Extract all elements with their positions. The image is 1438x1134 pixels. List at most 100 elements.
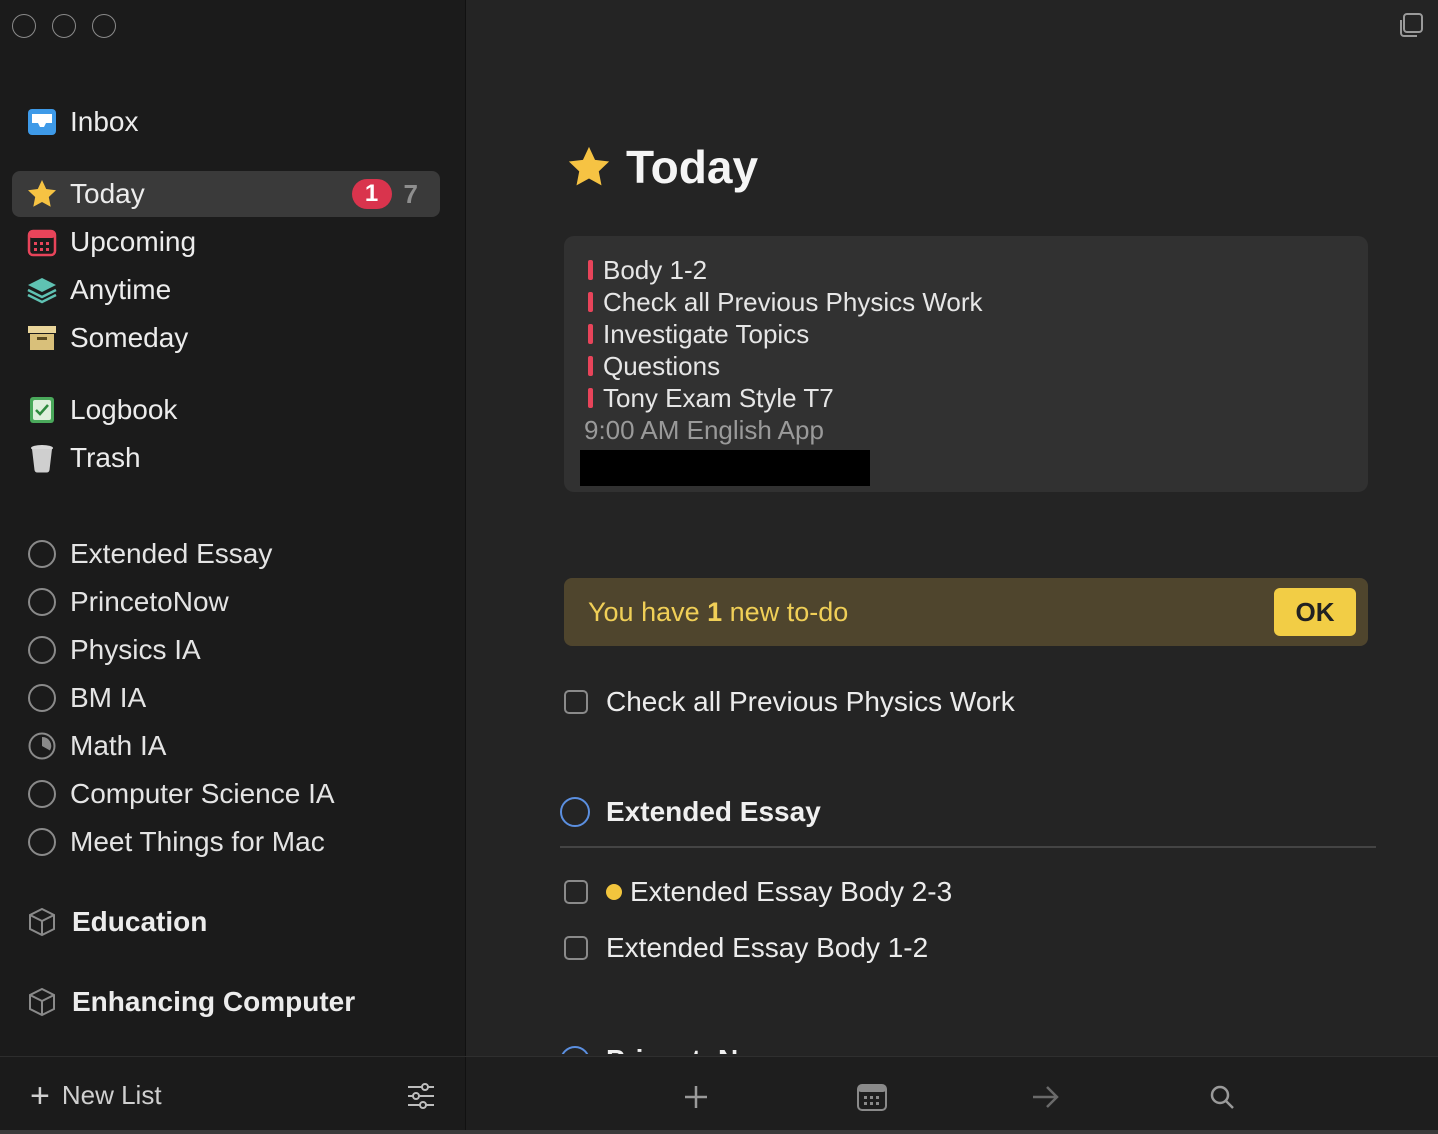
add-todo-button[interactable] [676,1077,716,1117]
new-list-button[interactable]: + New List [30,1079,406,1113]
calendar-event[interactable]: Body 1-2 [584,254,1348,286]
sidebar-project-computer-science-ia[interactable]: Computer Science IA [28,774,335,814]
sidebar-item-label: Today [70,178,145,209]
todo-checkbox[interactable] [564,936,588,960]
sidebar-item-upcoming[interactable]: Upcoming [12,219,440,265]
sidebar-item-label: Someday [70,322,189,353]
project-progress-icon [560,797,590,827]
sidebar: Inbox Today 1 7 Upcoming Anytime Someday… [0,0,466,1134]
minimize-window-button[interactable] [52,14,76,38]
calendar-event[interactable]: Tony Exam Style T7 [584,382,1348,414]
project-progress-icon [28,780,56,808]
star-icon [568,146,610,186]
sidebar-project-extended-essay[interactable]: Extended Essay [28,534,272,574]
page-title: Today [566,140,758,194]
layers-icon [26,274,58,306]
project-progress-icon [560,1046,590,1054]
logbook-icon [26,394,58,426]
section-divider [560,846,1376,848]
project-section-header[interactable]: Extended Essay [560,796,821,828]
event-color-bar [588,260,593,280]
calendar-event[interactable]: Check all Previous Physics Work [584,286,1348,318]
calendar-icon [26,226,58,258]
sidebar-area-enhancing-computer[interactable]: Enhancing Computer [26,982,355,1022]
todo-label: Extended Essay Body 1-2 [606,932,929,963]
when-button[interactable] [852,1077,892,1117]
move-button[interactable] [1026,1077,1066,1117]
new-window-button[interactable] [1396,12,1424,45]
sidebar-item-label: Education [72,906,208,937]
sidebar-item-label: BM IA [70,682,147,713]
filter-settings-button[interactable] [406,1081,436,1111]
event-label: Investigate Topics [603,318,810,349]
window-bottom-edge [0,1130,1438,1134]
plus-icon: + [30,1076,50,1115]
sidebar-item-label: Inbox [70,106,139,137]
zoom-window-button[interactable] [92,14,116,38]
toolbar [466,1056,1438,1134]
redacted-region [580,450,870,486]
search-button[interactable] [1202,1077,1242,1117]
todo-checkbox[interactable] [564,690,588,714]
event-label: Tony Exam Style T7 [603,382,834,413]
calendar-icon [857,1084,887,1111]
event-label: Body 1-2 [603,254,708,285]
task-count: 7 [403,178,418,209]
calendar-event[interactable]: Investigate Topics [584,318,1348,350]
sidebar-item-label: Math IA [70,730,167,761]
project-progress-icon [28,588,56,616]
sidebar-project-bm-ia[interactable]: BM IA [28,678,146,718]
project-section-header-partial[interactable]: PrincetoNow [560,1040,860,1054]
inbox-icon [26,106,58,138]
sidebar-project-math-ia[interactable]: Math IA [28,726,166,766]
arrow-right-icon [1033,1086,1059,1108]
sidebar-project-meet-things[interactable]: Meet Things for Mac [28,822,325,862]
project-progress-pie-icon [28,732,56,760]
sidebar-item-label: Extended Essay [70,538,273,569]
sidebar-item-anytime[interactable]: Anytime [12,267,440,313]
sidebar-item-label: Logbook [70,394,178,425]
sidebar-item-inbox[interactable]: Inbox [12,99,440,145]
sidebar-item-label: Anytime [70,274,172,305]
new-todo-notice: You have 1 new to-do OK [564,578,1368,646]
calendar-event-timed[interactable]: 9:00 AM English App [584,414,1348,446]
event-color-bar [588,292,593,312]
sidebar-item-label: Physics IA [70,634,201,665]
sliders-icon [408,1082,434,1109]
main-panel: Today Body 1-2 Check all Previous Physic… [466,0,1438,1134]
event-label: Questions [603,350,721,381]
event-label: 9:00 AM English App [584,414,824,445]
calendar-event[interactable]: Questions [584,350,1348,382]
project-progress-icon [28,636,56,664]
event-color-bar [588,356,593,376]
sidebar-item-label: Enhancing Computer [72,986,356,1017]
yellow-dot-icon [606,884,622,900]
sidebar-project-physics-ia[interactable]: Physics IA [28,630,201,670]
sidebar-area-education[interactable]: Education [26,902,207,942]
calendar-events-panel: Body 1-2 Check all Previous Physics Work… [564,236,1368,492]
notice-message: You have 1 new to-do [588,597,1274,628]
ok-button[interactable]: OK [1274,588,1356,636]
todo-checkbox[interactable] [564,880,588,904]
trash-icon [26,442,58,474]
page-title-text: Today [626,141,759,193]
close-window-button[interactable] [12,14,36,38]
todo-label: Check all Previous Physics Work [606,686,1015,717]
new-list-label: New List [61,1080,162,1110]
notice-suffix: new to-do [722,596,849,627]
sidebar-item-today[interactable]: Today 1 7 [12,171,440,217]
todo-item[interactable]: Extended Essay Body 2-3 [564,872,952,912]
area-cube-icon [29,907,55,937]
sidebar-item-trash[interactable]: Trash [12,435,440,481]
todo-item[interactable]: Check all Previous Physics Work [564,682,1015,722]
event-label: Check all Previous Physics Work [603,286,983,317]
sidebar-item-someday[interactable]: Someday [12,315,440,361]
section-title: Extended Essay [606,796,821,827]
due-badge: 1 [351,179,392,209]
project-progress-icon [28,828,56,856]
todo-item[interactable]: Extended Essay Body 1-2 [564,928,928,968]
sidebar-item-logbook[interactable]: Logbook [12,387,440,433]
sidebar-item-label: Trash [70,442,141,473]
plus-icon [685,1086,707,1108]
sidebar-project-princetonow[interactable]: PrincetoNow [28,582,229,622]
